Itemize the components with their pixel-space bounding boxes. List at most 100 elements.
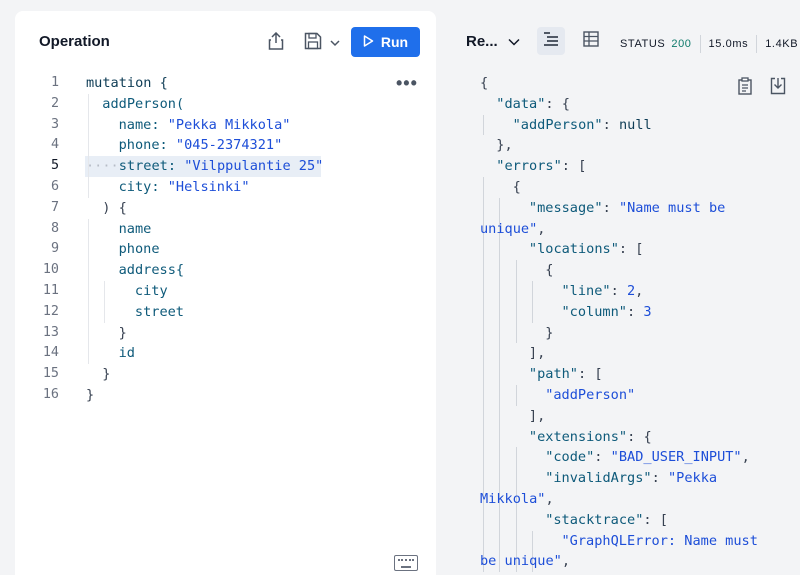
- response-time: 15.0ms: [708, 38, 749, 50]
- indent-guide: [499, 322, 501, 344]
- indent-guide: [515, 509, 517, 531]
- indent-guide: [88, 260, 89, 281]
- divider: [756, 35, 758, 53]
- indent-guide: [499, 260, 501, 281]
- indent-guide: [499, 301, 501, 323]
- response-line: be unique",: [480, 551, 800, 573]
- code-text: phone: [118, 241, 160, 258]
- response-line: "code": "BAD_USER_INPUT",: [480, 447, 800, 469]
- code-text: mutation {: [86, 75, 168, 91]
- response-selector[interactable]: Re...: [466, 33, 520, 50]
- code-text: ····street: "Vilppulantie 25": [86, 158, 324, 175]
- indent-guide: [515, 322, 517, 344]
- table-icon: [583, 30, 599, 52]
- run-button[interactable]: Run: [351, 27, 420, 57]
- code-line: 2 addPerson(: [15, 93, 436, 115]
- run-label: Run: [380, 34, 409, 50]
- indent-guide: [499, 280, 501, 302]
- save-options-button[interactable]: [328, 29, 342, 57]
- indent-guide: [88, 218, 89, 240]
- indent-guide: [515, 280, 517, 302]
- indent-guide: [499, 426, 501, 448]
- keyboard-shortcuts-button[interactable]: [394, 555, 418, 571]
- response-line: "data": {: [480, 94, 800, 115]
- line-number: 7: [50, 199, 59, 215]
- indent-guide: [499, 405, 501, 427]
- indent-guide: [88, 343, 89, 365]
- code-line: 3 name: "Pekka Mikkola": [15, 114, 436, 136]
- line-number: 1: [50, 75, 59, 90]
- response-text: "column": 3: [561, 303, 652, 320]
- code-text: street: [134, 303, 184, 320]
- indent-guide: [515, 447, 517, 469]
- indent-guide: [483, 322, 484, 344]
- save-button[interactable]: [302, 29, 324, 57]
- json-view-button[interactable]: [537, 27, 565, 55]
- line-number: 12: [42, 303, 59, 319]
- code-line: 15}: [15, 364, 436, 385]
- response-line: "path": [: [480, 364, 800, 385]
- response-text: "GraphQLError: Name must: [561, 532, 758, 549]
- response-text: "locations": [: [528, 241, 644, 258]
- response-text: "extensions": {: [528, 428, 652, 445]
- code-line: 6 city: "Helsinki": [15, 176, 436, 198]
- indent-guide: [499, 530, 501, 552]
- response-text: "path": [: [528, 366, 603, 383]
- response-line: "stacktrace": [: [480, 509, 800, 531]
- response-line: ],: [480, 343, 800, 365]
- indent-guide: [515, 384, 517, 406]
- response-line: "message": "Name must be: [480, 197, 800, 219]
- indent-guide: [483, 280, 484, 302]
- code-text: name: "Pekka Mikkola": [118, 116, 291, 133]
- operation-editor[interactable]: 1 mutation { 2 addPerson(3 name: "Pekka Mikk…: [15, 73, 436, 406]
- line-number: 2: [50, 95, 59, 111]
- line-number: 4: [50, 137, 59, 153]
- indent-guide: [483, 176, 484, 198]
- response-line: "addPerson": [480, 384, 800, 406]
- response-text: ],: [528, 407, 546, 424]
- response-line: "locations": [: [480, 239, 800, 261]
- response-text: {: [512, 178, 521, 195]
- code-line: 4 phone: "045-2374321": [15, 135, 436, 157]
- line-number: 3: [50, 116, 59, 132]
- response-text: "message": "Name must be: [528, 199, 726, 216]
- indent-guide: [483, 301, 484, 323]
- code-line: 7) {: [15, 198, 436, 219]
- indent-guide: [88, 280, 89, 302]
- line-number: 14: [42, 345, 59, 361]
- indent-guide: [88, 114, 89, 136]
- indent-guide: [104, 301, 106, 323]
- line-number: 8: [50, 220, 59, 236]
- status-code: 200: [671, 38, 692, 50]
- indent-guide: [515, 301, 517, 323]
- indent-guide: [483, 260, 484, 281]
- code-text: }: [86, 386, 95, 403]
- indent-guide: [483, 384, 484, 406]
- indent-guide: [483, 114, 484, 136]
- status-label: STATUS: [620, 38, 666, 50]
- response-text: "addPerson": null: [512, 116, 652, 133]
- operation-panel: Operation Run ••• 1 mutation {2 addPerson(…: [15, 11, 436, 575]
- response-text: unique",: [480, 220, 546, 237]
- whitespace-marker: ····: [86, 158, 119, 175]
- response-line: "errors": [: [480, 156, 800, 177]
- response-line: "extensions": {: [480, 426, 800, 448]
- response-text: "errors": [: [496, 158, 587, 175]
- indent-guide: [483, 447, 484, 469]
- indent-guide: [483, 468, 484, 489]
- code-text: }: [118, 324, 127, 341]
- play-icon: [363, 34, 374, 50]
- code-line: 10 address{: [15, 260, 436, 281]
- line-number: 16: [42, 386, 59, 402]
- indent-guide: [483, 364, 484, 385]
- share-button[interactable]: [265, 29, 287, 57]
- indent-guide: [88, 239, 89, 261]
- table-view-button[interactable]: [578, 27, 604, 55]
- line-number: 15: [42, 366, 59, 382]
- line-number: 10: [42, 262, 59, 278]
- indent-guide: [88, 93, 89, 115]
- indent-guide: [499, 509, 501, 531]
- indent-guide: [531, 530, 533, 552]
- indent-guide: [515, 468, 517, 489]
- indent-guide: [483, 343, 484, 365]
